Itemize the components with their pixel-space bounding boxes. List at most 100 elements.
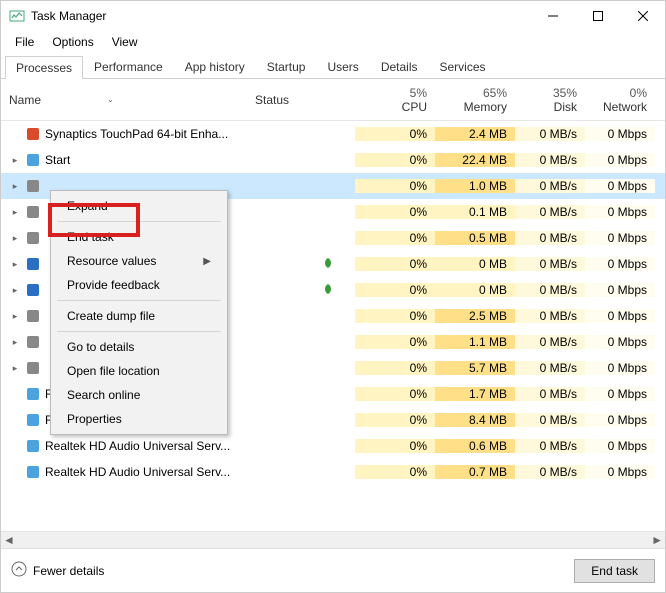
process-name: Synaptics TouchPad 64-bit Enha... [45, 127, 228, 141]
tab-users[interactable]: Users [316, 55, 369, 78]
tab-processes[interactable]: Processes [5, 56, 83, 79]
menu-view[interactable]: View [104, 33, 146, 51]
scroll-left-icon[interactable]: ◄ [3, 533, 15, 547]
network-label: Network [603, 100, 647, 114]
col-header-memory[interactable]: 65% Memory [435, 82, 515, 118]
tab-services[interactable]: Services [429, 55, 497, 78]
end-task-button[interactable]: End task [574, 559, 655, 583]
memory-cell: 2.4 MB [435, 127, 515, 141]
col-name-label: Name [9, 93, 41, 107]
memory-cell: 2.5 MB [435, 309, 515, 323]
expand-toggle-icon[interactable]: ▸ [9, 285, 21, 296]
cpu-pct: 5% [410, 86, 427, 100]
expand-toggle-icon[interactable]: ▸ [9, 337, 21, 348]
memory-pct: 65% [483, 86, 507, 100]
ctx-go-to-details[interactable]: Go to details [53, 335, 225, 359]
title-bar: Task Manager [1, 1, 665, 31]
ctx-expand[interactable]: Expand [53, 194, 225, 218]
expand-toggle-icon[interactable]: ▸ [9, 233, 21, 244]
cpu-label: CPU [402, 100, 427, 114]
menu-options[interactable]: Options [44, 33, 101, 51]
memory-cell: 22.4 MB [435, 153, 515, 167]
expand-toggle-icon[interactable]: ▸ [9, 311, 21, 322]
disk-cell: 0 MB/s [515, 257, 585, 271]
memory-cell: 1.0 MB [435, 179, 515, 193]
process-row[interactable]: ▸Start0%22.4 MB0 MB/s0 Mbps [1, 147, 665, 173]
process-icon [25, 126, 41, 142]
process-name: Realtek HD Audio Universal Serv... [45, 465, 230, 479]
disk-label: Disk [554, 100, 577, 114]
expand-toggle-icon[interactable]: ▸ [9, 207, 21, 218]
disk-cell: 0 MB/s [515, 283, 585, 297]
cpu-cell: 0% [355, 127, 435, 141]
ctx-open-file-location[interactable]: Open file location [53, 359, 225, 383]
network-cell: 0 Mbps [585, 127, 655, 141]
sort-caret-icon: ⌄ [107, 95, 114, 104]
memory-cell: 0 MB [435, 257, 515, 271]
ctx-provide-feedback[interactable]: Provide feedback [53, 273, 225, 297]
process-row[interactable]: Realtek HD Audio Universal Serv...0%0.7 … [1, 459, 665, 485]
ctx-end-task[interactable]: End task [53, 225, 225, 249]
ctx-resource-values[interactable]: Resource values▶ [53, 249, 225, 273]
fewer-details-toggle[interactable]: Fewer details [11, 561, 104, 580]
network-cell: 0 Mbps [585, 179, 655, 193]
tab-startup[interactable]: Startup [256, 55, 317, 78]
col-header-cpu[interactable]: 5% CPU [355, 82, 435, 118]
menu-bar: File Options View [1, 31, 665, 53]
ctx-separator [57, 331, 221, 332]
col-header-name[interactable]: Name ⌄ [1, 89, 247, 111]
horizontal-scrollbar[interactable]: ◄ ► [1, 531, 665, 548]
memory-cell: 8.4 MB [435, 413, 515, 427]
app-icon [9, 8, 25, 24]
memory-cell: 0.5 MB [435, 231, 515, 245]
tab-details[interactable]: Details [370, 55, 429, 78]
process-row[interactable]: Realtek HD Audio Universal Serv...0%0.6 … [1, 433, 665, 459]
window-controls [530, 1, 665, 31]
disk-cell: 0 MB/s [515, 127, 585, 141]
cpu-cell: 0% [355, 309, 435, 323]
ctx-separator [57, 221, 221, 222]
process-name: Realtek HD Audio Universal Serv... [45, 439, 230, 453]
network-cell: 0 Mbps [585, 153, 655, 167]
process-icon [25, 178, 41, 194]
col-header-network[interactable]: 0% Network [585, 82, 655, 118]
ctx-separator [57, 300, 221, 301]
memory-cell: 1.1 MB [435, 335, 515, 349]
memory-cell: 1.7 MB [435, 387, 515, 401]
expand-toggle-icon[interactable]: ▸ [9, 259, 21, 270]
scroll-right-icon[interactable]: ► [651, 533, 663, 547]
network-cell: 0 Mbps [585, 413, 655, 427]
leaf-icon [323, 257, 331, 265]
process-row[interactable]: Synaptics TouchPad 64-bit Enha... 0%2.4 M… [1, 121, 665, 147]
window-title: Task Manager [31, 9, 530, 23]
process-name-cell: Realtek HD Audio Universal Serv... [1, 438, 247, 454]
cpu-cell: 0% [355, 465, 435, 479]
expand-toggle-icon[interactable]: ▸ [9, 181, 21, 192]
cpu-cell: 0% [355, 439, 435, 453]
ctx-create-dump[interactable]: Create dump file [53, 304, 225, 328]
cpu-cell: 0% [355, 361, 435, 375]
disk-cell: 0 MB/s [515, 231, 585, 245]
process-name: Start [45, 153, 70, 167]
network-cell: 0 Mbps [585, 257, 655, 271]
maximize-button[interactable] [575, 1, 620, 31]
menu-file[interactable]: File [7, 33, 42, 51]
network-cell: 0 Mbps [585, 465, 655, 479]
tab-performance[interactable]: Performance [83, 55, 174, 78]
disk-pct: 35% [553, 86, 577, 100]
tab-app-history[interactable]: App history [174, 55, 256, 78]
memory-cell: 0 MB [435, 283, 515, 297]
close-button[interactable] [620, 1, 665, 31]
ctx-search-online[interactable]: Search online [53, 383, 225, 407]
status-cell [247, 257, 355, 271]
minimize-button[interactable] [530, 1, 575, 31]
col-header-status[interactable]: Status [247, 89, 355, 111]
cpu-cell: 0% [355, 335, 435, 349]
col-header-disk[interactable]: 35% Disk [515, 82, 585, 118]
expand-toggle-icon[interactable]: ▸ [9, 155, 21, 166]
network-cell: 0 Mbps [585, 283, 655, 297]
expand-toggle-icon[interactable]: ▸ [9, 363, 21, 374]
network-cell: 0 Mbps [585, 387, 655, 401]
disk-cell: 0 MB/s [515, 413, 585, 427]
ctx-properties[interactable]: Properties [53, 407, 225, 431]
